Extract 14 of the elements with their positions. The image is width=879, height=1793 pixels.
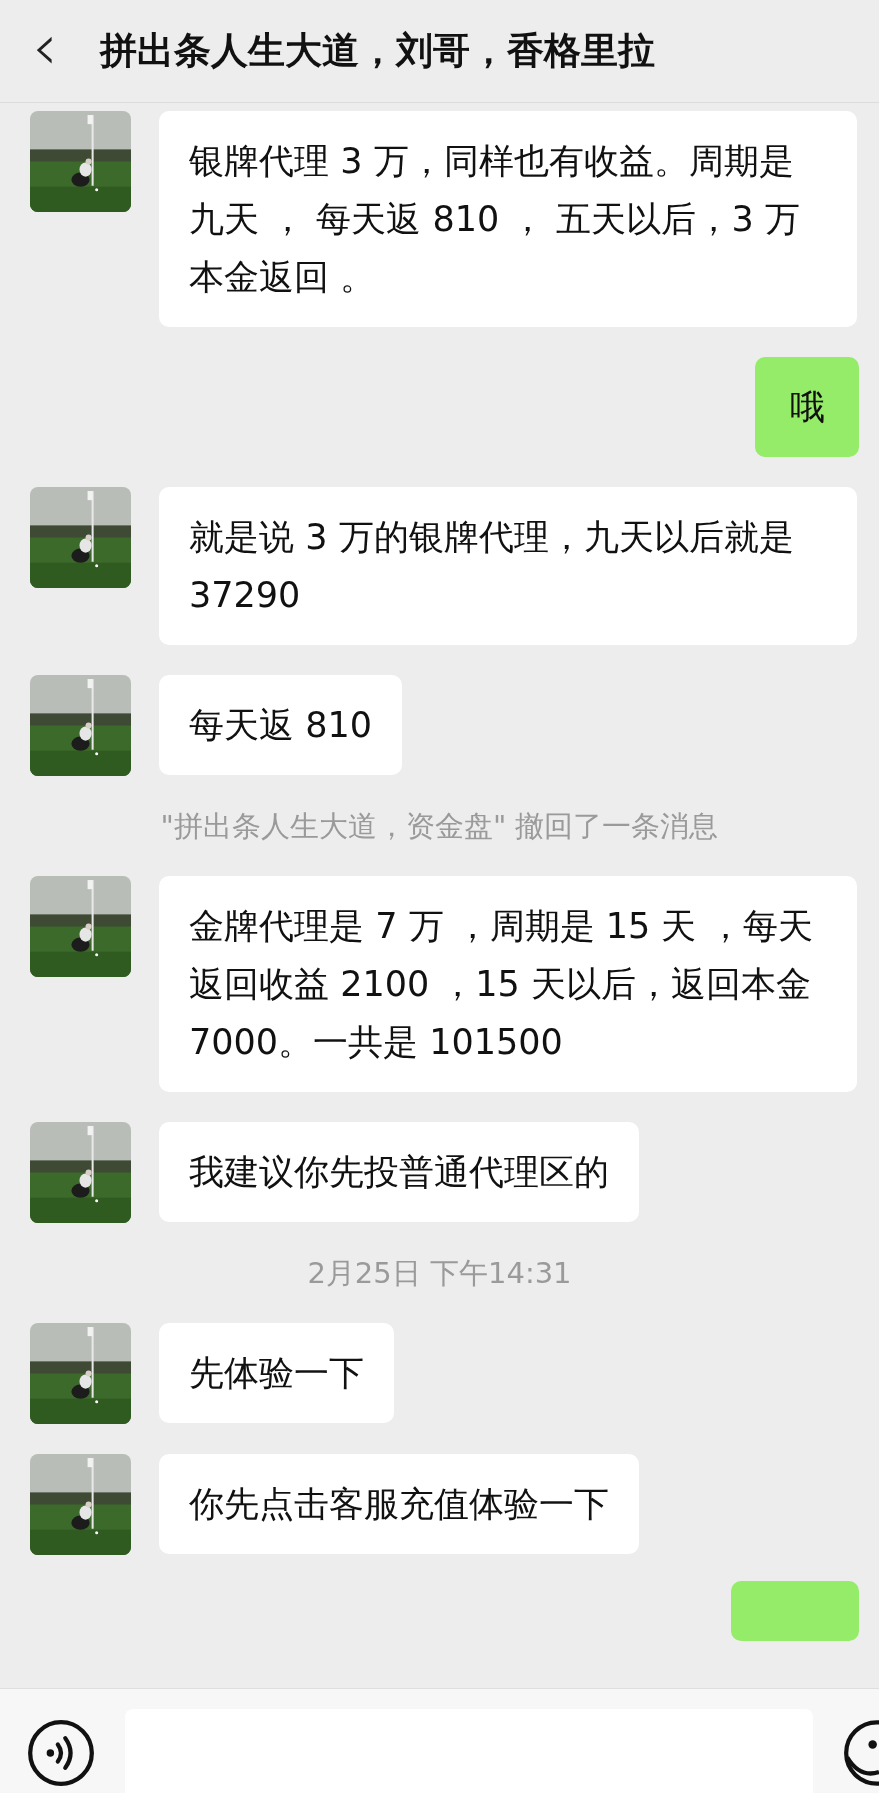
emoji-icon[interactable] xyxy=(843,1719,879,1787)
back-button[interactable]: ‹ xyxy=(32,15,92,79)
recall-notice: "拼出条人生大道，资金盘" 撤回了一条消息 xyxy=(159,808,720,845)
message-bubble: 银牌代理 3 万，同样也有收益。周期是九天 ， 每天返 810 ， 五天以后，3 万本金返回 。 xyxy=(159,111,857,327)
message-bubble: 先体验一下 xyxy=(159,1323,394,1423)
message-bubble: 哦 xyxy=(755,357,859,457)
timestamp: 2月25日 下午14:31 xyxy=(306,1255,573,1292)
message-bubble: 每天返 810 xyxy=(159,675,402,775)
message-bubble: 我建议你先投普通代理区的 xyxy=(159,1122,639,1222)
message-bubble: 就是说 3 万的银牌代理，九天以后就是 37290 xyxy=(159,487,857,645)
message-bubble: 金牌代理是 7 万 ，周期是 15 天 ，每天返回收益 2100 ，15 天以后，返回本金 7000。一共是 101500 xyxy=(159,876,857,1092)
message-bubble: 你先点击客服充值体验一下 xyxy=(159,1454,639,1554)
voice-icon[interactable] xyxy=(27,1719,95,1787)
chat-title: 拼出条人生大道，刘哥，香格里拉 xyxy=(100,28,655,74)
